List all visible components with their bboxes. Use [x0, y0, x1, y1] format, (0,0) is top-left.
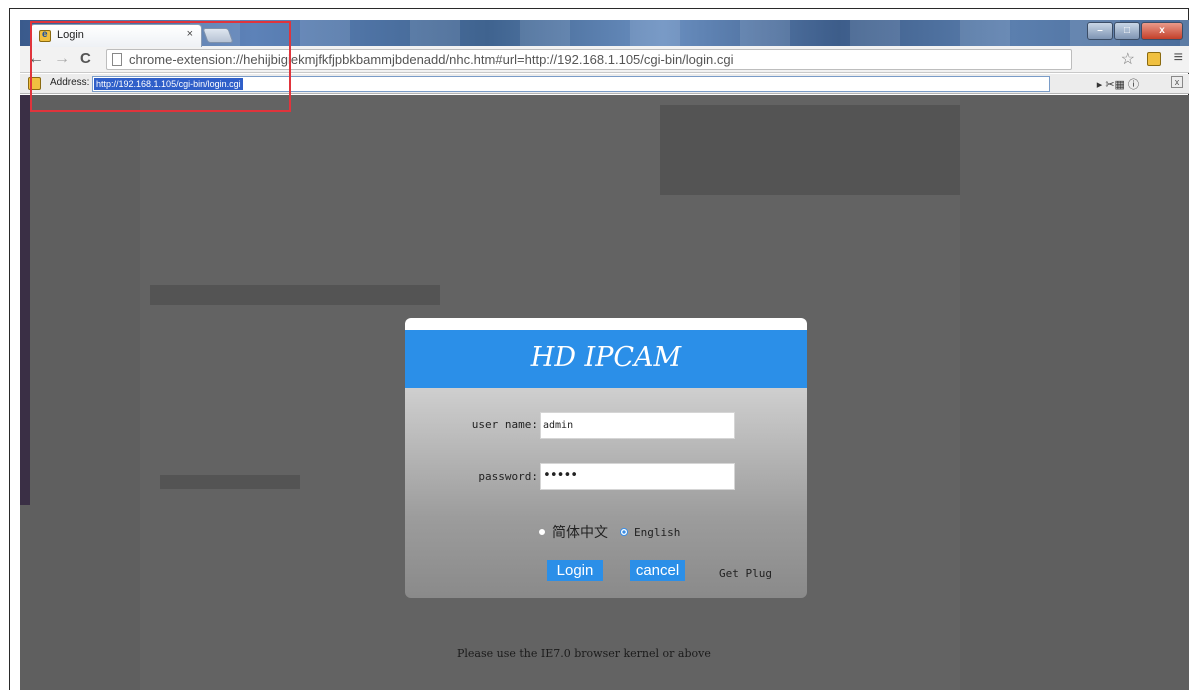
password-input[interactable]: •••••: [540, 463, 735, 490]
language-label-chinese[interactable]: 简体中文: [552, 522, 608, 542]
address-tools-icons[interactable]: ▸ ✂▦ ⓘ: [1097, 76, 1139, 92]
bookmark-star-icon[interactable]: ☆: [1121, 49, 1135, 69]
language-label-english[interactable]: English: [634, 526, 680, 539]
username-label: user name:: [471, 418, 538, 431]
back-arrow-icon[interactable]: ←: [28, 50, 44, 68]
page-icon: [112, 53, 122, 66]
language-radio-chinese[interactable]: [538, 528, 546, 536]
background-ghost-text: [160, 475, 300, 489]
background-ghost-text: [150, 285, 440, 305]
chrome-menu-icon[interactable]: ≡: [1174, 49, 1183, 67]
minimize-button[interactable]: –: [1087, 22, 1113, 40]
ie-tab-address-bar: Address: http://192.168.1.105/cgi-bin/lo…: [20, 74, 1189, 94]
address-input[interactable]: http://192.168.1.105/cgi-bin/login.cgi: [92, 76, 1050, 92]
address-value[interactable]: http://192.168.1.105/cgi-bin/login.cgi: [94, 78, 243, 90]
language-selector: 简体中文 English: [538, 522, 680, 542]
navigation-bar: ← → C chrome-extension://hehijbigiekmjfk…: [20, 46, 1189, 73]
username-input[interactable]: admin: [540, 412, 735, 439]
cancel-button[interactable]: cancel: [630, 560, 685, 581]
url-bar[interactable]: chrome-extension://hehijbigiekmjfkfjpbkb…: [106, 49, 1072, 70]
address-label: Address:: [50, 77, 90, 88]
dialog-title: HD IPCAM: [530, 342, 682, 373]
ie-tab-icon: [39, 29, 51, 42]
ie-tab-extension-icon[interactable]: [1147, 52, 1161, 66]
new-tab-button[interactable]: [202, 28, 234, 43]
language-radio-english[interactable]: [620, 528, 628, 536]
url-text[interactable]: chrome-extension://hehijbigiekmjfkfjpbkb…: [129, 52, 734, 67]
close-window-button[interactable]: x: [1141, 22, 1183, 40]
login-dialog: HD IPCAM user name: admin password: ••••…: [405, 318, 807, 598]
tab-title: Login: [57, 29, 84, 41]
browser-tab-login[interactable]: Login ×: [30, 24, 202, 47]
window-controls: – □ x: [1087, 22, 1183, 40]
forward-arrow-icon[interactable]: →: [54, 50, 70, 68]
tab-close-icon[interactable]: ×: [187, 28, 193, 40]
login-button[interactable]: Login: [547, 560, 603, 581]
password-label: password:: [478, 470, 538, 483]
background-ghost-logo: [660, 105, 960, 195]
ie-icon: [28, 77, 41, 90]
reload-icon[interactable]: C: [80, 50, 91, 67]
maximize-button[interactable]: □: [1114, 22, 1140, 40]
get-plugin-link[interactable]: Get Plug: [719, 567, 772, 580]
browser-requirement-notice: Please use the IE7.0 browser kernel or a…: [457, 647, 711, 660]
dialog-header: HD IPCAM: [405, 330, 807, 388]
address-bar-close-icon[interactable]: x: [1171, 76, 1183, 88]
